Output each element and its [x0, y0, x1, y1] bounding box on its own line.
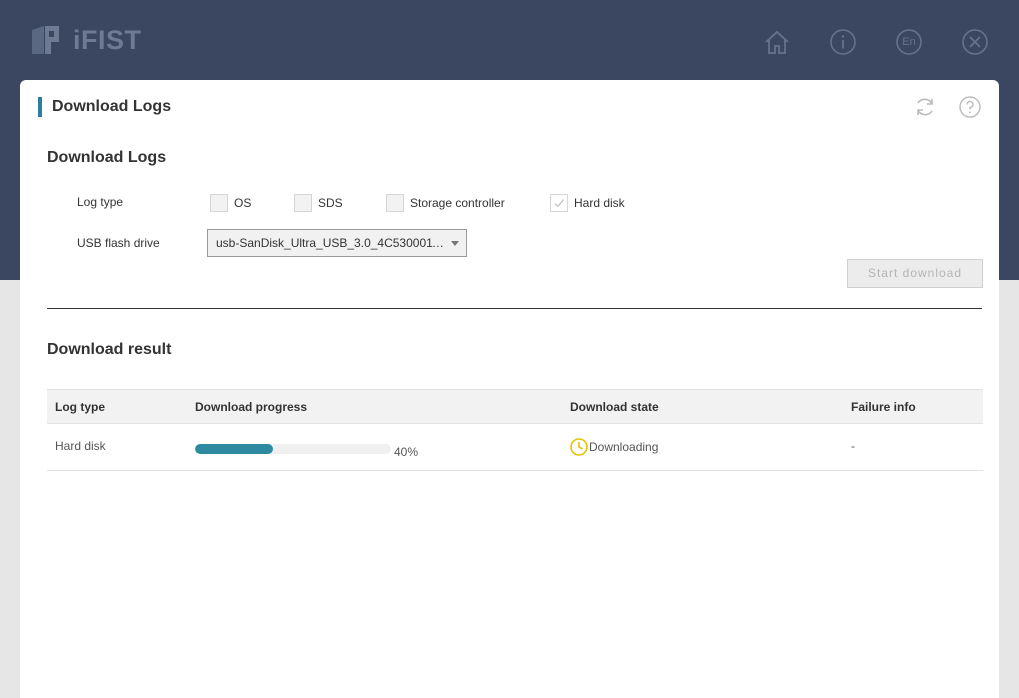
download-state: Downloading: [569, 437, 658, 457]
app-name: iFIST: [73, 24, 142, 55]
result-section-title: Download result: [47, 341, 172, 358]
table-row: Hard disk 40% Downloading -: [47, 424, 983, 471]
close-icon[interactable]: [961, 28, 989, 56]
checkbox-box[interactable]: [386, 194, 404, 212]
progress-percent: 40%: [394, 445, 419, 459]
app-logo: iFIST: [30, 24, 142, 56]
column-header: Download progress: [195, 400, 308, 414]
usb-select[interactable]: usb-SanDisk_Ultra_USB_3.0_4C530001170613…: [207, 229, 467, 257]
section-divider: [47, 308, 982, 309]
download-section-title: Download Logs: [47, 149, 167, 166]
checkbox-label: OS: [234, 196, 252, 210]
language-icon[interactable]: En: [895, 28, 923, 56]
checkbox-hard-disk[interactable]: Hard disk: [550, 194, 625, 212]
cell-log-type: Hard disk: [55, 439, 106, 453]
clock-icon: [570, 438, 588, 456]
panel-title: Download Logs: [38, 97, 171, 117]
info-icon[interactable]: [829, 28, 857, 56]
language-code: En: [902, 36, 916, 48]
result-table: Log type Download progress Download stat…: [47, 389, 983, 471]
home-icon[interactable]: [763, 28, 791, 56]
checkbox-label: Storage controller: [410, 196, 505, 210]
checkbox-box[interactable]: [550, 194, 568, 212]
usb-label: USB flash drive: [77, 236, 160, 250]
download-logs-panel: Download Logs Download Logs Log type OS …: [20, 80, 999, 698]
checkmark-icon: [554, 199, 564, 208]
progress-bar-fill: [195, 444, 274, 454]
checkbox-label: SDS: [318, 196, 343, 210]
column-header: Failure info: [851, 400, 916, 414]
column-header: Download state: [570, 400, 659, 414]
table-header: Log type Download progress Download stat…: [47, 389, 983, 424]
download-state-text: Downloading: [589, 440, 659, 454]
logo-icon: [32, 26, 59, 54]
checkbox-os[interactable]: OS: [210, 194, 251, 212]
start-download-button[interactable]: Start download: [847, 259, 983, 288]
checkbox-storage-controller[interactable]: Storage controller: [386, 194, 505, 212]
help-icon[interactable]: [959, 96, 981, 118]
log-type-label: Log type: [77, 195, 124, 209]
refresh-icon[interactable]: [914, 96, 936, 118]
checkbox-sds[interactable]: SDS: [294, 194, 343, 212]
checkbox-box[interactable]: [294, 194, 312, 212]
progress-bar: [195, 444, 391, 454]
column-header: Log type: [55, 400, 105, 414]
checkbox-label: Hard disk: [574, 196, 625, 210]
checkbox-box[interactable]: [210, 194, 228, 212]
chevron-down-icon: [451, 241, 459, 246]
cell-failure-info: -: [851, 439, 855, 453]
